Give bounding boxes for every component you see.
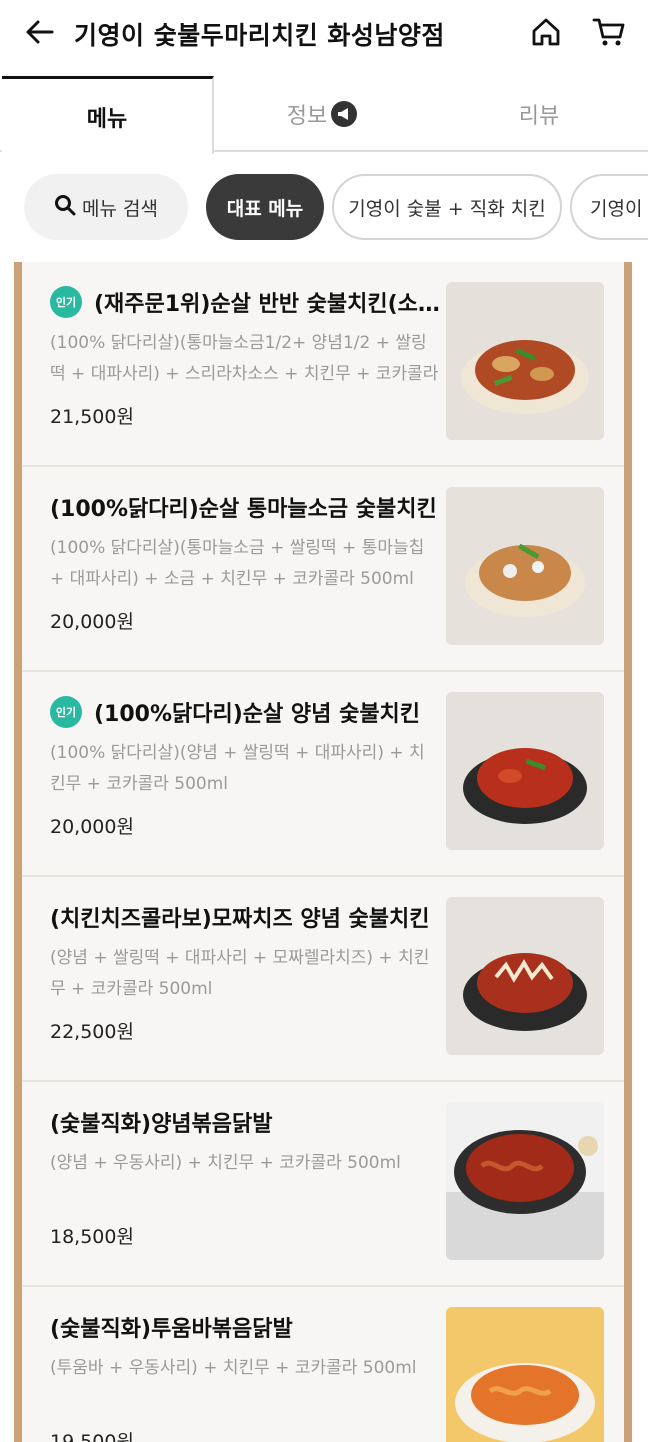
menu-item-price: 22,500원 — [50, 1021, 134, 1043]
menu-item[interactable]: 인기 (재주문1위)순살 반반 숯불치킨(소스포함) (100% 닭다리살)(통… — [22, 262, 624, 467]
store-title: 기영이 숯불두마리치킨 화성남양점 — [74, 21, 445, 50]
menu-item[interactable]: (치킨치즈콜라보)모짜치즈 양념 숯불치킨 (양념 + 쌀링떡 + 대파사리 +… — [22, 877, 624, 1082]
menu-item-price: 19,500원 — [50, 1431, 134, 1442]
menu-item-photo — [446, 1307, 604, 1442]
menu-item[interactable]: (숯불직화)양념볶음닭발 (양념 + 우동사리) + 치킨무 + 코카콜라 50… — [22, 1082, 624, 1287]
menu-item-desc: (양념 + 쌀링떡 + 대파사리 + 모짜렐라치즈) + 치킨무 + 코카콜라 … — [50, 948, 430, 999]
menu-item-name-text: (100%닭다리)순살 통마늘소금 숯불치킨 — [50, 497, 437, 522]
menu-item-name: 인기 (재주문1위)순살 반반 숯불치킨(소스포함) — [50, 286, 440, 318]
menu-item-photo — [446, 282, 604, 440]
menu-item-desc: (투움바 + 우동사리) + 치킨무 + 코카콜라 500ml — [50, 1358, 417, 1378]
menu-list-frame: 인기 (재주문1위)순살 반반 숯불치킨(소스포함) (100% 닭다리살)(통… — [14, 262, 632, 1442]
tab-info-label: 정보 — [286, 104, 328, 129]
chip-gi-young-i[interactable]: 기영이 — [570, 174, 648, 240]
menu-item-desc: (양념 + 우동사리) + 치킨무 + 코카콜라 500ml — [50, 1153, 401, 1173]
popular-badge: 인기 — [50, 286, 82, 318]
chip-label: 기영이 숯불 + 직화 치킨 — [348, 197, 546, 220]
menu-item-name: 인기 (100%닭다리)순살 양념 숯불치킨 — [50, 696, 440, 728]
menu-list: 인기 (재주문1위)순살 반반 숯불치킨(소스포함) (100% 닭다리살)(통… — [22, 262, 624, 1442]
menu-item-name-text: (100%닭다리)순살 양념 숯불치킨 — [94, 702, 421, 727]
category-chips: 메뉴 검색 대표 메뉴 기영이 숯불 + 직화 치킨 기영이 — [0, 160, 648, 256]
tab-review-label: 리뷰 — [518, 104, 560, 129]
menu-item-desc: (100% 닭다리살)(양념 + 쌀링떡 + 대파사리) + 치킨무 + 코카콜… — [50, 743, 425, 794]
menu-item-name: (100%닭다리)순살 통마늘소금 숯불치킨 — [50, 491, 440, 523]
home-icon[interactable] — [528, 14, 564, 50]
menu-item-desc: (100% 닭다리살)(통마늘소금 + 쌀링떡 + 통마늘칩 + 대파사리) +… — [50, 538, 425, 589]
menu-item-name-text: (치킨치즈콜라보)모짜치즈 양념 숯불치킨 — [50, 907, 430, 932]
popular-badge: 인기 — [50, 696, 82, 728]
menu-item[interactable]: 인기 (100%닭다리)순살 양념 숯불치킨 (100% 닭다리살)(양념 + … — [22, 672, 624, 877]
menu-item-name: (숯불직화)투움바볶음닭발 — [50, 1311, 440, 1343]
menu-item[interactable]: (100%닭다리)순살 통마늘소금 숯불치킨 (100% 닭다리살)(통마늘소금… — [22, 467, 624, 672]
section-tabs: 메뉴 정보 리뷰 — [0, 76, 648, 154]
chip-label: 대표 메뉴 — [226, 197, 304, 220]
cart-icon[interactable] — [590, 14, 628, 50]
menu-item[interactable]: (숯불직화)투움바볶음닭발 (투움바 + 우동사리) + 치킨무 + 코카콜라 … — [22, 1287, 624, 1442]
chip-label: 기영이 — [590, 197, 643, 220]
menu-item-price: 18,500원 — [50, 1226, 134, 1248]
menu-item-name: (숯불직화)양념볶음닭발 — [50, 1106, 440, 1138]
menu-item-photo — [446, 897, 604, 1055]
menu-item-price: 20,000원 — [50, 611, 134, 633]
menu-item-name-text: (숯불직화)투움바볶음닭발 — [50, 1317, 293, 1342]
back-arrow-icon[interactable] — [22, 14, 58, 50]
menu-search-button[interactable]: 메뉴 검색 — [24, 174, 188, 240]
menu-item-name: (치킨치즈콜라보)모짜치즈 양념 숯불치킨 — [50, 901, 440, 933]
top-bar: 기영이 숯불두마리치킨 화성남양점 — [0, 0, 648, 70]
menu-item-photo — [446, 487, 604, 645]
menu-item-name-text: (숯불직화)양념볶음닭발 — [50, 1112, 273, 1137]
tab-menu[interactable]: 메뉴 — [2, 76, 214, 154]
menu-item-name-text: (재주문1위)순살 반반 숯불치킨(소스포함) — [94, 292, 440, 317]
chip-representative-menu[interactable]: 대표 메뉴 — [206, 174, 324, 240]
menu-item-price: 21,500원 — [50, 406, 134, 428]
tab-menu-label: 메뉴 — [86, 106, 128, 132]
menu-item-photo — [446, 1102, 604, 1260]
tab-review[interactable]: 리뷰 — [430, 76, 648, 152]
menu-search-label: 메뉴 검색 — [82, 197, 158, 220]
menu-item-price: 20,000원 — [50, 816, 134, 838]
menu-item-desc: (100% 닭다리살)(통마늘소금1/2+ 양념1/2 + 쌀링떡 + 대파사리… — [50, 333, 439, 384]
menu-item-photo — [446, 692, 604, 850]
megaphone-icon — [331, 101, 358, 127]
tab-info[interactable]: 정보 — [214, 76, 430, 152]
search-icon — [54, 194, 82, 221]
chip-charcoal-chicken[interactable]: 기영이 숯불 + 직화 치킨 — [332, 174, 562, 240]
